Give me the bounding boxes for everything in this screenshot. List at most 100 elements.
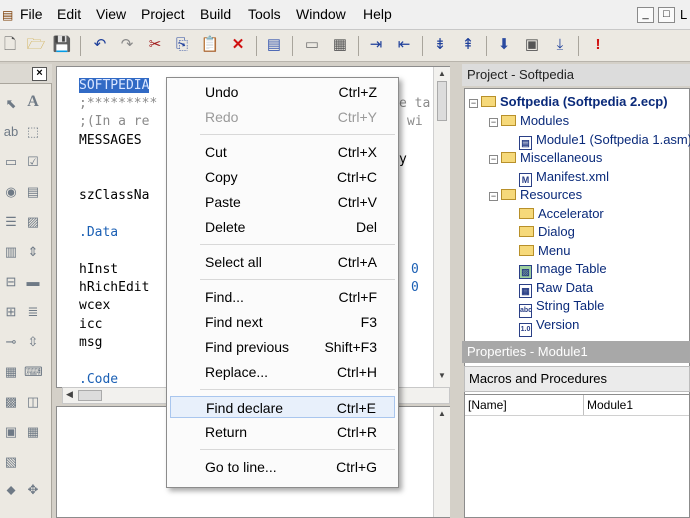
ip-tool-icon[interactable]: ◫ [24,394,42,410]
button-tool-icon[interactable]: ▭ [2,154,20,170]
scroll-down-icon[interactable]: ▼ [438,371,446,380]
menu-item-cut[interactable]: Cut Ctrl+X [170,141,395,163]
tree-node-manifest[interactable]: M Manifest.xml [519,169,609,187]
tree-node-module1[interactable]: ▤ Module1 (Softpedia 1.asm) [519,132,690,150]
collapse-icon[interactable]: − [489,192,498,201]
stop-icon[interactable]: ⤓ [550,35,570,55]
tree-node-menu[interactable]: Menu [519,243,571,258]
hotkey-tool-icon[interactable]: ⌨ [24,364,43,380]
menu-item-undo[interactable]: Undo Ctrl+Z [170,81,395,103]
menu-item-select-all[interactable]: Select all Ctrl+A [170,251,395,273]
property-value[interactable]: Module1 [587,398,633,412]
minimize-button[interactable]: _ [637,7,654,23]
date-tool-icon[interactable]: ▩ [2,394,20,410]
window-icon[interactable]: ▭ [302,35,322,55]
collapse-icon[interactable]: − [489,118,498,127]
tab-tool-icon[interactable]: ⊟ [2,274,20,290]
copy-icon[interactable]: ⎘ [172,35,192,55]
menu-help[interactable]: Help [363,6,392,22]
build-icon[interactable]: ⬇ [494,35,514,55]
scroll-left-icon[interactable]: ◀ [66,389,73,400]
menu-view[interactable]: View [96,6,126,22]
scroll-thumb[interactable] [78,390,102,401]
move-tool-icon[interactable]: ✥ [24,482,42,498]
anim-tool-icon[interactable]: ▣ [2,424,20,440]
collapse-icon[interactable]: − [469,99,478,108]
listbox-tool-icon[interactable]: ☰ [2,214,20,230]
redo-icon[interactable]: ↷ [117,35,137,55]
menu-tools[interactable]: Tools [248,6,281,22]
menu-item-delete[interactable]: Delete Del [170,216,395,238]
grid-tool-icon[interactable]: ▦ [24,424,42,440]
new-file-icon[interactable]: 🗋 [0,35,20,55]
paste-icon[interactable]: 📋 [200,35,220,55]
tree-node-version[interactable]: 1.0 Version [519,317,579,337]
scroll-tool-icon[interactable]: ⇕ [24,244,42,260]
close-window-button[interactable]: L [680,7,687,22]
image-tool-icon[interactable]: ▨ [24,214,42,230]
collapse-icon[interactable]: − [489,155,498,164]
menu-item-go-to-line[interactable]: Go to line... Ctrl+G [170,456,395,478]
menu-window[interactable]: Window [296,6,346,22]
close-icon[interactable]: × [32,67,47,81]
combobox-tool-icon[interactable]: ▤ [24,184,42,200]
cut-icon[interactable]: ✂ [145,35,165,55]
restore-button[interactable]: □ [658,7,675,23]
menu-item-find-declare[interactable]: Find declare Ctrl+E [170,396,395,418]
delete-icon[interactable]: ✕ [228,35,248,55]
scroll-up-icon[interactable]: ▲ [438,69,446,78]
menu-item-copy[interactable]: Copy Ctrl+C [170,166,395,188]
menu-item-redo[interactable]: Redo Ctrl+Y [170,106,395,128]
menu-item-find[interactable]: Find... Ctrl+F [170,286,395,308]
tree-node-resources[interactable]: − Resources [489,187,582,202]
label-tool-icon[interactable]: ab [2,124,20,140]
tree-node-miscellaneous[interactable]: − Miscellaneous [489,150,602,165]
updown-tool-icon[interactable]: ⇳ [24,334,42,350]
text-tool-icon[interactable]: A [24,94,42,110]
editor-vertical-scrollbar[interactable]: ▲ ▼ [433,67,450,387]
outdent-icon[interactable]: ⇤ [394,35,414,55]
properties-icon[interactable]: ▦ [330,35,350,55]
static-tool-icon[interactable]: ▧ [2,454,20,470]
menu-item-find-next[interactable]: Find next F3 [170,311,395,333]
undo-icon[interactable]: ↶ [90,35,110,55]
macros-dropdown[interactable]: Macros and Procedures [464,366,690,392]
pointer-tool-icon[interactable]: ⬉ [2,96,20,112]
bookmark-next-icon[interactable]: ⇞ [458,35,478,55]
track-tool-icon[interactable]: ⊸ [2,334,20,350]
menu-item-paste[interactable]: Paste Ctrl+V [170,191,395,213]
run-icon[interactable]: ▣ [522,35,542,55]
groupbox-tool-icon[interactable]: ⬚ [24,124,42,140]
list-tool-icon[interactable]: ≣ [24,304,42,320]
tree-node-root[interactable]: − Softpedia (Softpedia 2.ecp) [469,94,668,109]
checkbox-tool-icon[interactable]: ☑ [24,154,42,170]
scroll-up-icon[interactable]: ▲ [438,409,446,418]
menu-edit[interactable]: Edit [57,6,81,22]
rich-edit-tool-icon[interactable]: ▦ [2,364,20,380]
menu-project[interactable]: Project [141,6,185,22]
error-icon[interactable]: ! [588,35,608,55]
radio-tool-icon[interactable]: ◉ [2,184,20,200]
indent-icon[interactable]: ⇥ [366,35,386,55]
scroll-thumb[interactable] [437,81,447,121]
tree-node-string-table[interactable]: abc String Table [519,298,604,318]
menu-item-replace[interactable]: Replace... Ctrl+H [170,361,395,383]
tree-node-raw-data[interactable]: ▦ Raw Data [519,280,593,298]
tree-node-dialog[interactable]: Dialog [519,224,575,239]
open-folder-icon[interactable]: 🗁 [26,35,46,55]
menu-item-return[interactable]: Return Ctrl+R [170,421,395,443]
tree-tool-icon[interactable]: ⊞ [2,304,20,320]
menu-item-find-previous[interactable]: Find previous Shift+F3 [170,336,395,358]
tree-node-accelerator[interactable]: Accelerator [519,206,604,221]
save-icon[interactable]: 💾 [52,35,72,55]
output-scrollbar[interactable]: ▲ [433,407,450,517]
tree-node-image-table[interactable]: ▨ Image Table [519,261,607,279]
shape-tool-icon[interactable]: ⬥ [2,482,20,498]
menu-build[interactable]: Build [200,6,231,22]
tree-node-modules[interactable]: − Modules [489,113,569,128]
document-icon[interactable]: ▤ [264,35,284,55]
edit-tool-icon[interactable]: ▥ [2,244,20,260]
properties-grid[interactable]: [Name] Module1 [464,394,690,518]
menu-file[interactable]: File [20,6,43,22]
progress-tool-icon[interactable]: ▬ [24,274,42,290]
